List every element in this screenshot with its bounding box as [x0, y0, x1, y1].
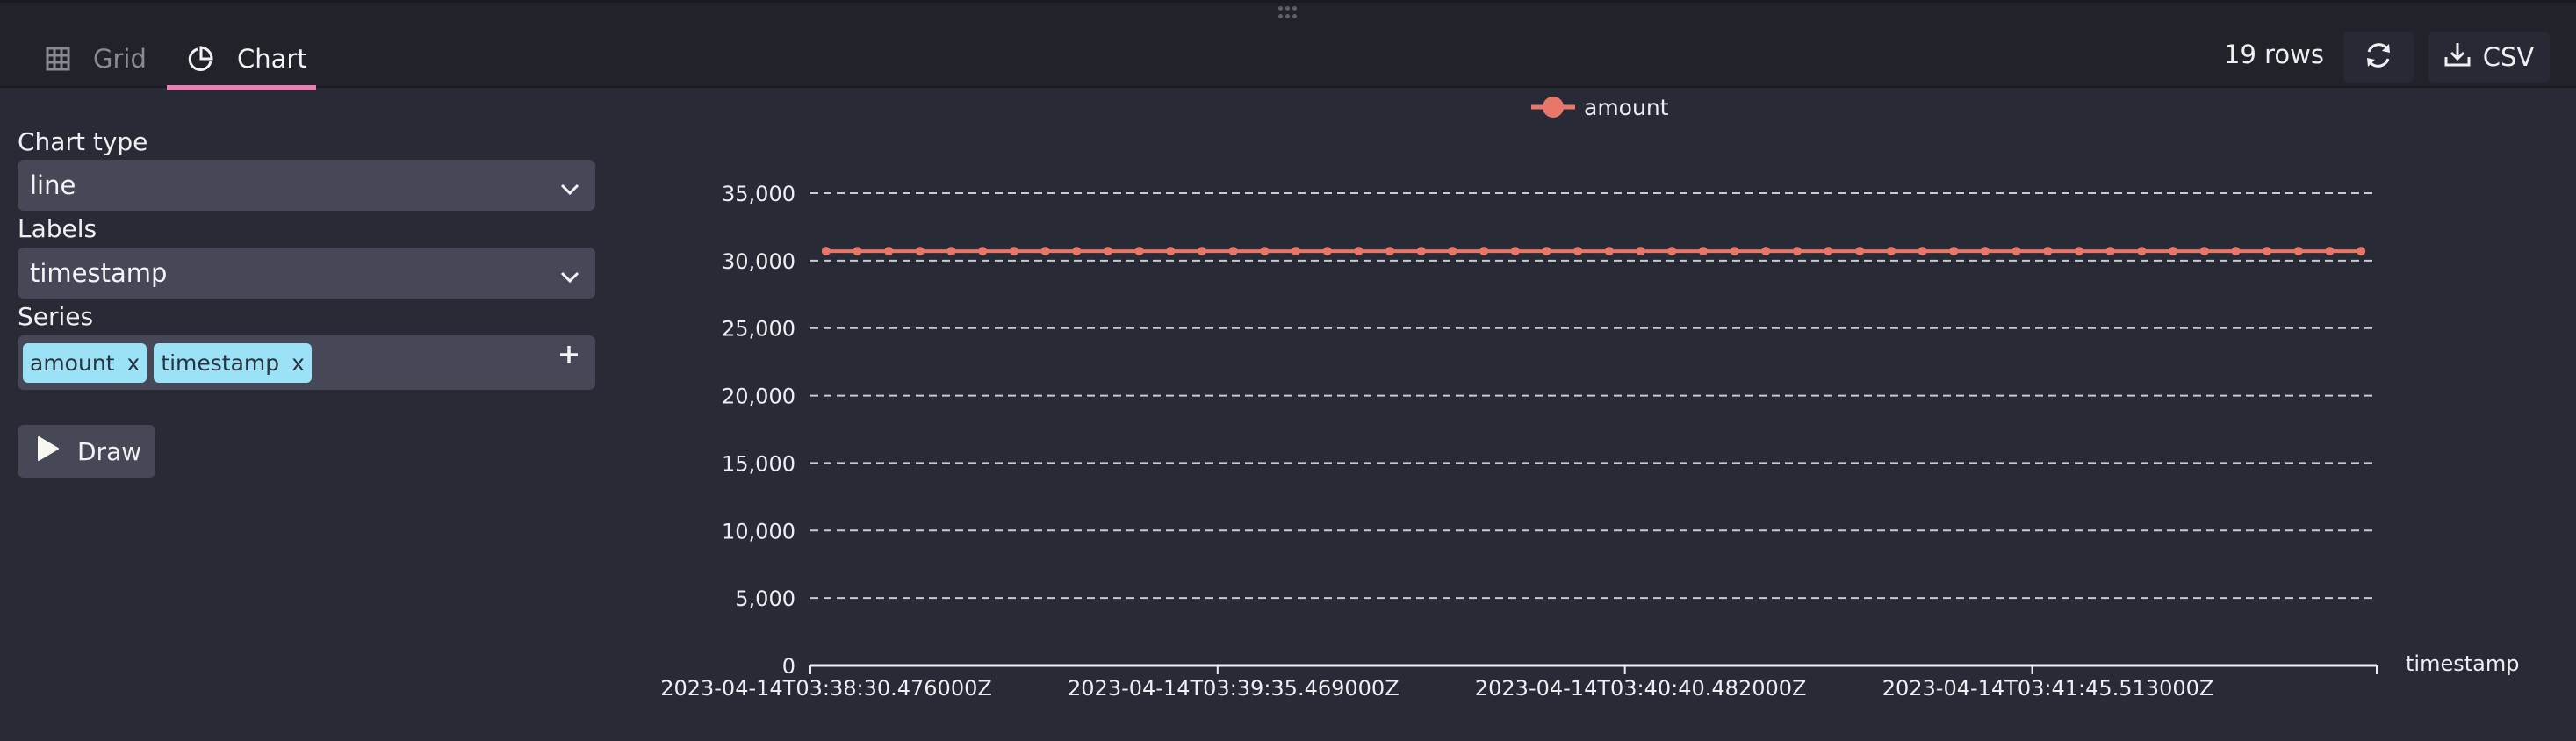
tab-chart-label: Chart: [237, 44, 307, 74]
data-point: [853, 247, 862, 256]
data-point: [1448, 247, 1457, 256]
y-tick-label: 30,000: [722, 249, 795, 274]
data-point: [2325, 247, 2335, 256]
refresh-icon: [2364, 40, 2393, 74]
data-point: [1636, 247, 1645, 256]
x-tick-label: 2023-04-14T03:40:40.482000Z: [1475, 676, 1807, 701]
tab-grid-label: Grid: [93, 44, 147, 74]
tab-grid[interactable]: Grid: [46, 29, 147, 89]
data-point: [2011, 247, 2021, 256]
legend-label: amount: [1584, 95, 1669, 120]
data-point: [1166, 247, 1176, 256]
top-bar: Grid Chart 19 rows CSV: [0, 0, 2576, 90]
x-axis-title: timestamp: [2406, 651, 2519, 676]
data-point: [1604, 247, 1614, 256]
x-tick-label: 2023-04-14T03:39:35.469000Z: [1068, 676, 1400, 701]
data-point: [1918, 247, 1927, 256]
drag-handle-icon[interactable]: [1278, 6, 1298, 18]
grid-icon: [46, 47, 70, 71]
csv-label: CSV: [2482, 42, 2535, 72]
data-point: [2199, 247, 2209, 256]
data-point: [978, 247, 988, 256]
download-csv-button[interactable]: CSV: [2428, 32, 2550, 83]
data-point: [1322, 247, 1332, 256]
data-point: [1855, 247, 1865, 256]
data-point: [1416, 247, 1426, 256]
data-point: [1667, 247, 1677, 256]
data-point: [1385, 247, 1395, 256]
data-point: [1761, 247, 1771, 256]
data-point: [2137, 247, 2147, 256]
x-tick-label: 2023-04-14T03:38:30.476000Z: [660, 676, 992, 701]
line-chart: 0 5,000 10,000 15,000 20,000 25,000 30,000 35,0…: [660, 95, 2519, 701]
data-point: [1949, 247, 1959, 256]
data-point: [1354, 247, 1364, 256]
pie-chart-icon: [186, 45, 214, 73]
data-point: [2263, 247, 2272, 256]
data-point: [1573, 247, 1583, 256]
data-point: [1981, 247, 1990, 256]
data-point: [1479, 247, 1489, 256]
data-point: [1103, 247, 1112, 256]
refresh-button[interactable]: [2343, 32, 2414, 83]
data-point: [1040, 247, 1050, 256]
x-tick-label: 2023-04-14T03:41:45.513000Z: [1882, 676, 2214, 701]
data-point: [946, 247, 956, 256]
legend-marker-icon: [1543, 97, 1564, 118]
data-point: [1886, 247, 1896, 256]
data-point: [1198, 247, 1206, 256]
data-point: [915, 247, 925, 256]
data-point: [1072, 247, 1082, 256]
data-point: [1792, 247, 1802, 256]
y-tick-label: 15,000: [722, 451, 795, 476]
data-point: [1542, 247, 1551, 256]
data-point: [1510, 247, 1520, 256]
data-point: [2105, 247, 2115, 256]
data-point: [1824, 247, 1833, 256]
data-point: [2169, 247, 2178, 256]
data-point: [1134, 247, 1144, 256]
data-point: [1228, 247, 1238, 256]
rows-count: 19 rows: [2224, 40, 2324, 69]
data-point: [1260, 247, 1270, 256]
data-point: [2293, 247, 2303, 256]
data-point: [2043, 247, 2053, 256]
data-point: [2357, 247, 2366, 256]
data-point: [1698, 247, 1708, 256]
y-tick-label: 5,000: [735, 586, 795, 611]
data-point: [2231, 247, 2241, 256]
tab-chart[interactable]: Chart: [186, 29, 307, 89]
y-tick-label: 10,000: [722, 519, 795, 543]
y-tick-label: 35,000: [722, 182, 795, 206]
y-tick-label: 20,000: [722, 385, 795, 409]
y-tick-label: 0: [782, 654, 795, 679]
data-point: [884, 247, 894, 256]
data-point: [1730, 247, 1739, 256]
download-icon: [2444, 41, 2483, 74]
data-point: [2075, 247, 2084, 256]
y-tick-label: 25,000: [722, 317, 795, 342]
data-point: [1292, 247, 1301, 256]
data-point: [1009, 247, 1018, 256]
data-point: [821, 247, 831, 256]
